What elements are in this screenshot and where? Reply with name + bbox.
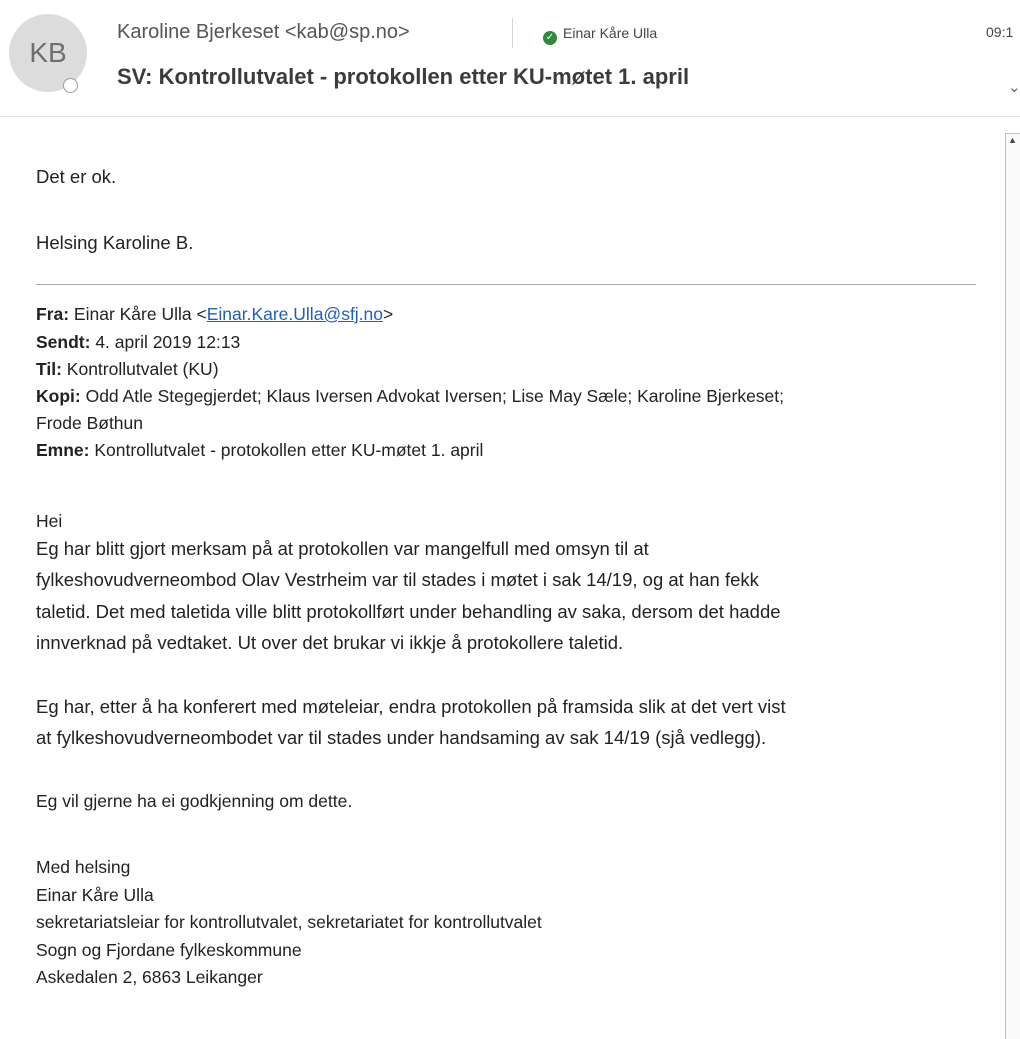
received-time: 09:1: [986, 24, 1014, 40]
signature-line: Askedalen 2, 6863 Leikanger: [36, 967, 263, 987]
scroll-up-arrow-icon[interactable]: ▲: [1008, 135, 1017, 145]
quoted-sent: Sendt: 4. april 2019 12:13: [36, 332, 240, 353]
sent-value: 4. april 2019 12:13: [90, 332, 241, 352]
paragraph-line: taletid. Det med taletida ville blitt pr…: [36, 601, 781, 622]
quoted-subject: Emne: Kontrollutvalet - protokollen ette…: [36, 440, 483, 461]
signature-line: Einar Kåre Ulla: [36, 885, 154, 905]
quoted-to: Til: Kontrollutvalet (KU): [36, 359, 219, 380]
paragraph-line: at fylkeshovudverneombodet var til stade…: [36, 727, 767, 748]
header-separator: [0, 116, 1020, 117]
quoted-cc: Kopi: Odd Atle Stegegjerdet; Klaus Ivers…: [36, 386, 784, 407]
reply-signoff: Helsing Karoline B.: [36, 232, 194, 253]
recipient[interactable]: ✓ Einar Kåre Ulla: [543, 25, 657, 45]
cc-label: Kopi:: [36, 386, 81, 406]
signature-line: Med helsing: [36, 857, 131, 877]
paragraph-line: Eg har blitt gjort merksam på at protoko…: [36, 538, 649, 559]
quoted-cc-cont: Frode Bøthun: [36, 413, 143, 433]
paragraph-line: fylkeshovudverneombod Olav Vestrheim var…: [36, 569, 759, 590]
avatar-initials: KB: [29, 37, 67, 68]
reply-line: Det er ok.: [36, 166, 117, 187]
message-subject: SV: Kontrollutvalet - protokollen etter …: [117, 64, 690, 89]
signature-line: sekretariatsleiar for kontrollutvalet, s…: [36, 912, 542, 932]
check-circle-icon: ✓: [543, 31, 557, 45]
paragraph-line: innverknad på vedtaket. Ut over det bruk…: [36, 632, 624, 653]
cc-value: Odd Atle Stegegjerdet; Klaus Iversen Adv…: [80, 386, 785, 406]
quoted-from: Fra: Einar Kåre Ulla <Einar.Kare.Ulla@sf…: [36, 304, 393, 325]
request-line: Eg vil gjerne ha ei godkjenning om dette…: [36, 791, 353, 811]
from-name: Einar Kåre Ulla <: [69, 304, 207, 324]
subject-value: Kontrollutvalet - protokollen etter KU-m…: [89, 440, 484, 460]
sent-label: Sendt:: [36, 332, 91, 352]
to-value: Kontrollutvalet (KU): [61, 359, 219, 379]
message-header: KB Karoline Bjerkeset <kab@sp.no> ✓ Einar…: [0, 0, 1020, 115]
from-email-link[interactable]: Einar.Kare.Ulla@sfj.no: [207, 304, 383, 324]
vertical-scrollbar[interactable]: ▲: [1005, 133, 1020, 1039]
header-divider: [512, 18, 513, 48]
chevron-down-icon[interactable]: ⌄: [1008, 78, 1020, 96]
from-label: Fra:: [36, 304, 70, 324]
signature-line: Sogn og Fjordane fylkeskommune: [36, 940, 302, 960]
paragraph-line: Eg har, etter å ha konferert med møtelei…: [36, 696, 786, 717]
from-end: >: [383, 304, 394, 324]
greeting: Hei: [36, 511, 63, 531]
presence-status-icon: [63, 78, 78, 93]
recipient-name: Einar Kåre Ulla: [563, 25, 658, 41]
to-label: Til:: [36, 359, 62, 379]
sender-name[interactable]: Karoline Bjerkeset <kab@sp.no>: [117, 21, 410, 44]
quote-divider: [36, 284, 976, 285]
subject-label: Emne:: [36, 440, 90, 460]
